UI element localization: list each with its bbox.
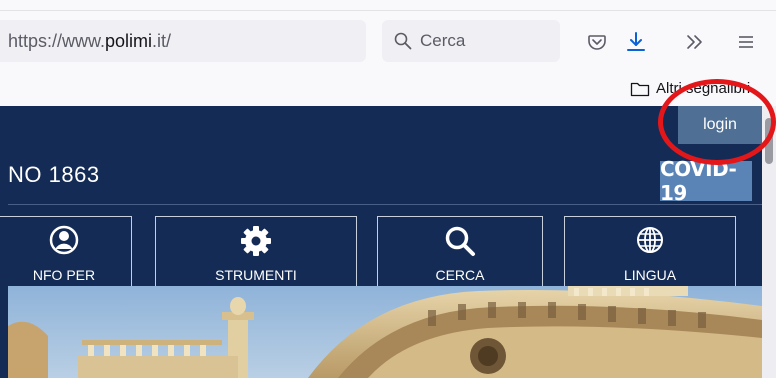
hamburger-menu-icon[interactable] [732,28,760,56]
login-button[interactable]: login [678,106,762,144]
magnifier-icon [445,226,475,256]
search-box[interactable]: Cerca [382,20,560,62]
website-page: login NO 1863 COVID-19 NFO PER STRUMENTI… [0,106,762,378]
nav-label-strumenti: STRUMENTI [215,267,297,283]
other-bookmarks-folder[interactable]: Altri segnalibri [630,80,750,97]
folder-icon [630,82,650,96]
url-host: polimi [105,30,153,51]
globe-icon [637,227,663,253]
nav-info-per[interactable]: NFO PER [0,216,132,286]
covid-19-button[interactable]: COVID-19 [660,157,752,205]
pocket-icon[interactable] [583,28,611,56]
search-icon [394,32,412,50]
url-prefix: https://www. [8,30,106,51]
bookmarks-bar: Altri segnalibri [0,72,776,106]
scrollbar-thumb[interactable] [765,118,773,164]
address-bar[interactable]: https://www. polimi .it/ [0,20,366,62]
nav-label-lingua: LINGUA [623,267,677,283]
header-divider [8,204,762,205]
search-placeholder: Cerca [420,31,466,50]
nav-cerca[interactable]: CERCA [377,216,543,286]
bookmarks-folder-label: Altri segnalibri [656,80,751,97]
overflow-chevrons-icon[interactable] [681,28,709,56]
hero-image [8,286,762,378]
nav-label-cerca: CERCA [435,267,485,283]
browser-toolbar: https://www. polimi .it/ Cerca [0,0,776,72]
url-suffix: .it/ [152,30,172,51]
download-icon[interactable] [622,28,650,56]
gear-icon [241,226,271,256]
nav-lingua[interactable]: LINGUA [564,216,736,286]
user-circle-icon [49,225,79,255]
nav-strumenti[interactable]: STRUMENTI [155,216,357,286]
founding-year-text: NO 1863 [8,162,100,187]
toolbar-divider [0,10,776,11]
nav-label-info-per: NFO PER [32,267,96,283]
